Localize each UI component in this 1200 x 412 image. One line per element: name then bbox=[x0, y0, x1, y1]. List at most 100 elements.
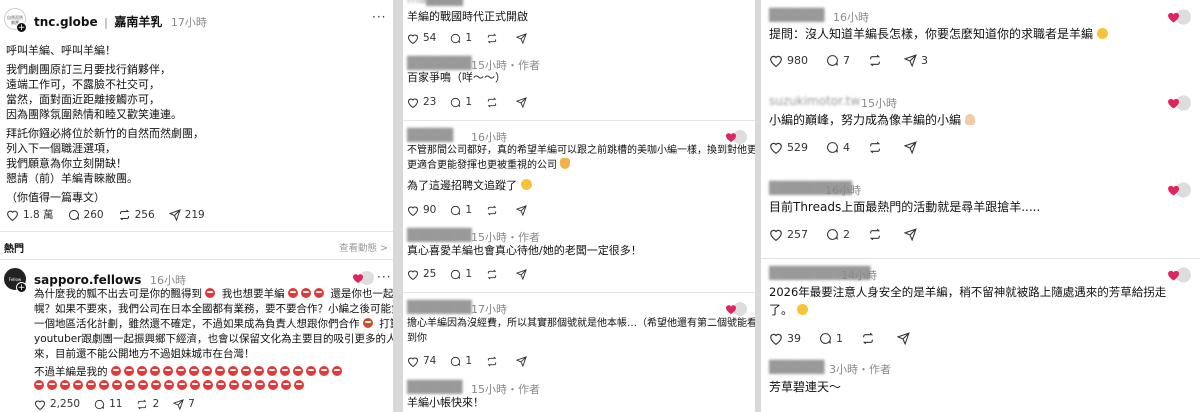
reply-text: 到你 bbox=[407, 333, 427, 344]
repost-button[interactable] bbox=[868, 54, 886, 67]
like-button[interactable]: 74 bbox=[407, 355, 436, 367]
repost-button[interactable] bbox=[868, 228, 886, 241]
reply-text: 小編的巔峰，努力成為像羊編的小編 bbox=[769, 111, 975, 129]
pouting-emoji-icon bbox=[288, 288, 299, 298]
repost-button[interactable] bbox=[486, 205, 502, 216]
heart-icon bbox=[770, 142, 782, 154]
comment-button[interactable]: 1 bbox=[450, 96, 472, 108]
share-button[interactable]: 3 bbox=[904, 54, 928, 67]
like-button[interactable]: 1.8 萬 bbox=[6, 207, 54, 222]
comment-button[interactable]: 1 bbox=[819, 332, 843, 345]
repost-button[interactable] bbox=[486, 356, 502, 367]
like-button[interactable]: 980 bbox=[769, 54, 808, 67]
like-count: 23 bbox=[423, 96, 437, 108]
share-button[interactable] bbox=[904, 141, 921, 154]
pouting-emoji-icon bbox=[266, 366, 277, 376]
reply-stats: 90 1 bbox=[407, 204, 545, 216]
comment-button[interactable]: 11 bbox=[94, 398, 122, 410]
comment-button[interactable]: 1 bbox=[450, 204, 472, 216]
like-button[interactable]: 90 bbox=[407, 204, 436, 216]
like-button[interactable]: 39 bbox=[769, 332, 801, 345]
comment-count: 7 bbox=[843, 54, 850, 67]
reply-stats: 2,250 11 2 7 bbox=[34, 398, 209, 410]
reply-time: 17小時 bbox=[471, 303, 507, 316]
reply-stats: 980 7 3 bbox=[769, 54, 942, 67]
repost-button[interactable] bbox=[861, 332, 879, 345]
send-icon bbox=[516, 32, 527, 44]
comment-button[interactable]: 1 bbox=[450, 268, 472, 280]
more-options-icon[interactable]: ··· bbox=[372, 10, 386, 24]
share-button[interactable] bbox=[904, 228, 921, 241]
share-count: 3 bbox=[921, 54, 928, 67]
reply-time: 15小時 bbox=[861, 97, 897, 110]
reply-username[interactable]: sapporo.fellows bbox=[34, 273, 141, 287]
share-button[interactable] bbox=[897, 332, 914, 345]
repost-icon bbox=[487, 97, 497, 107]
post-page-title[interactable]: 嘉南羊乳 bbox=[114, 15, 162, 29]
send-icon bbox=[904, 141, 917, 154]
comment-button[interactable]: 4 bbox=[826, 141, 850, 154]
repost-button[interactable]: 256 bbox=[118, 209, 155, 221]
comment-icon bbox=[827, 142, 838, 153]
reply-line-text: 我也想要羊編 bbox=[221, 288, 285, 300]
share-button[interactable] bbox=[516, 32, 531, 44]
comment-count: 1 bbox=[836, 332, 843, 345]
view-activity-link[interactable]: 查看動態 > bbox=[339, 240, 388, 254]
pouting-emoji-icon bbox=[216, 380, 226, 390]
like-button[interactable]: 25 bbox=[407, 268, 436, 280]
reply-stats: 529 4 bbox=[769, 141, 935, 154]
heart-icon bbox=[407, 357, 419, 367]
like-count: 1.8 萬 bbox=[23, 209, 54, 221]
repost-icon bbox=[869, 54, 881, 67]
repost-button[interactable] bbox=[486, 97, 502, 108]
share-button[interactable]: 7 bbox=[173, 398, 195, 410]
share-button[interactable] bbox=[516, 355, 531, 367]
repost-button[interactable] bbox=[868, 141, 886, 154]
comment-count: 1 bbox=[465, 268, 473, 280]
heart-icon bbox=[770, 55, 782, 67]
pouting-emoji-icon bbox=[301, 288, 312, 298]
heart-icon bbox=[34, 400, 46, 410]
like-button[interactable]: 23 bbox=[407, 96, 436, 108]
follow-plus-icon[interactable]: + bbox=[16, 282, 27, 293]
divider bbox=[761, 258, 1200, 259]
reply-line-text: 打算我 bbox=[379, 318, 393, 330]
like-button[interactable]: 529 bbox=[769, 141, 808, 154]
reply-stats: 257 2 bbox=[769, 228, 935, 241]
repost-button[interactable] bbox=[486, 269, 502, 280]
repost-icon bbox=[862, 332, 874, 345]
repost-button[interactable] bbox=[486, 33, 502, 44]
share-button[interactable]: 219 bbox=[168, 209, 205, 221]
share-button[interactable] bbox=[516, 96, 531, 108]
pouting-emoji-icon bbox=[47, 380, 57, 390]
repost-button[interactable]: 2 bbox=[136, 398, 159, 410]
reply-stats: 54 1 bbox=[407, 32, 545, 44]
comment-button[interactable]: 7 bbox=[826, 54, 850, 67]
repost-count: 2 bbox=[152, 398, 160, 410]
reply-text-line: 為了這邊招聘文追蹤了 bbox=[407, 179, 517, 192]
post-username[interactable]: tnc.globe bbox=[34, 15, 98, 29]
comment-button[interactable]: 260 bbox=[68, 209, 104, 221]
pouting-emoji-icon bbox=[294, 380, 304, 390]
more-options-icon[interactable]: ··· bbox=[377, 270, 391, 284]
share-button[interactable] bbox=[516, 204, 531, 216]
replies-panel-right: ██████ 16小時 提問：沒人知道羊編長怎樣，你要怎麼知道你的求職者是羊編 … bbox=[761, 0, 1200, 412]
repost-icon bbox=[869, 141, 881, 154]
pouting-emoji-icon bbox=[281, 380, 291, 390]
comment-button[interactable]: 1 bbox=[450, 355, 472, 367]
pouting-emoji-icon bbox=[214, 366, 225, 376]
share-button[interactable] bbox=[516, 268, 531, 280]
pouting-emoji-icon bbox=[190, 380, 200, 390]
pouting-emoji-icon bbox=[201, 366, 212, 376]
author-liked-heart-icon bbox=[1168, 182, 1191, 198]
comment-button[interactable]: 1 bbox=[450, 32, 472, 44]
follow-plus-icon[interactable]: + bbox=[16, 22, 27, 33]
like-button[interactable]: 257 bbox=[769, 228, 808, 241]
like-button[interactable]: 2,250 bbox=[34, 398, 80, 410]
header-separator: | bbox=[104, 16, 108, 29]
like-button[interactable]: 54 bbox=[407, 32, 436, 44]
comment-button[interactable]: 2 bbox=[826, 228, 850, 241]
section-title-hot[interactable]: 熱門 bbox=[4, 240, 24, 255]
send-icon bbox=[516, 204, 527, 216]
pouting-emoji-icon bbox=[331, 366, 342, 376]
